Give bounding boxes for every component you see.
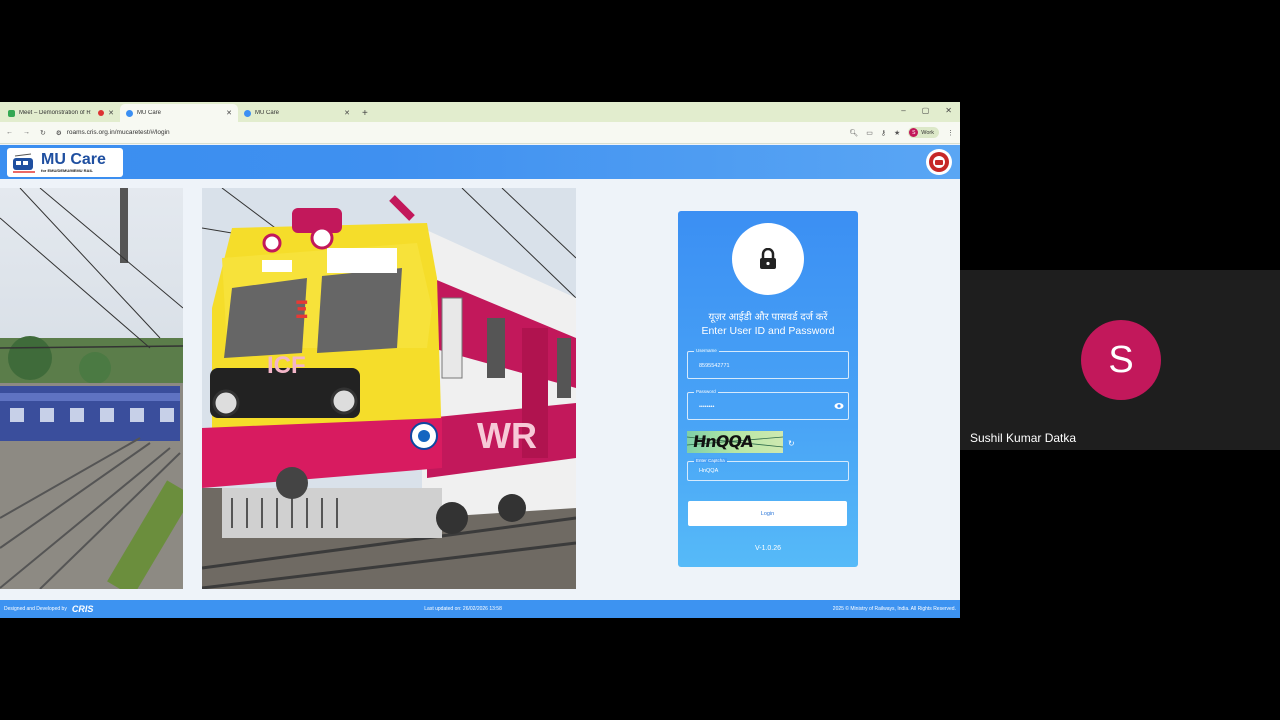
minimize-button[interactable]: – bbox=[901, 106, 905, 115]
tracks-illustration bbox=[0, 188, 183, 589]
tab-mu-care[interactable]: MU Care ✕ bbox=[238, 104, 356, 122]
globe-icon bbox=[126, 109, 133, 117]
cast-icon[interactable]: ▭ bbox=[866, 129, 873, 137]
railway-tracks-photo bbox=[0, 188, 183, 589]
logo-subtitle: for EMU/DEMU/MEMU RAIL bbox=[41, 168, 93, 173]
star-icon[interactable]: ★ bbox=[894, 129, 900, 137]
developer-credit: Designed and Developed by CRIS bbox=[4, 604, 93, 614]
site-footer: Designed and Developed by CRIS Last upda… bbox=[0, 600, 960, 618]
tab-title: MU Care bbox=[255, 110, 280, 116]
profile-chip[interactable]: S Work bbox=[908, 127, 939, 138]
reload-icon[interactable]: ↻ bbox=[40, 129, 46, 137]
username-field[interactable]: Username 8595542771 bbox=[687, 348, 849, 379]
profile-label: Work bbox=[921, 129, 934, 136]
tab-title: MU Care bbox=[137, 110, 162, 116]
side-text-wr: WR bbox=[477, 415, 537, 456]
captcha-field[interactable]: Enter Captcha HnQQA bbox=[687, 458, 849, 481]
password-label: Password bbox=[694, 389, 718, 394]
train-logo-icon bbox=[13, 153, 35, 173]
site-header: MU Care for EMU/DEMU/MEMU RAIL bbox=[0, 145, 960, 179]
railway-emblem-icon bbox=[929, 152, 949, 172]
window-controls: – ▢ ✕ bbox=[901, 106, 952, 115]
url-field[interactable]: ⚙ roams.cris.org.in/mucaretest/#/login bbox=[56, 129, 839, 137]
recording-icon bbox=[98, 110, 105, 116]
password-value: •••••••• bbox=[699, 404, 715, 410]
username-value: 8595542771 bbox=[699, 363, 730, 369]
back-icon[interactable]: ← bbox=[6, 129, 13, 136]
tab-mu-care-active[interactable]: MU Care ✕ bbox=[120, 104, 238, 122]
lock-icon bbox=[760, 248, 776, 269]
cris-logo[interactable]: CRIS bbox=[72, 604, 94, 614]
site-info-icon[interactable]: ⚙ bbox=[56, 129, 62, 137]
login-button[interactable]: Login bbox=[688, 501, 847, 526]
screen-share-stage: Meet – Demonstration of R ✕ MU Care ✕ MU… bbox=[0, 0, 1280, 720]
login-card: यूज़र आईडी और पासवर्ड दर्ज करें Enter Us… bbox=[678, 211, 858, 567]
address-bar: ← → ↻ ⚙ roams.cris.org.in/mucaretest/#/l… bbox=[0, 122, 960, 144]
restore-button[interactable]: ▢ bbox=[922, 106, 930, 115]
profile-avatar: S bbox=[909, 128, 919, 137]
refresh-captcha-icon[interactable]: ↻ bbox=[788, 439, 795, 448]
new-tab-button[interactable]: + bbox=[362, 108, 368, 119]
zoom-icon[interactable]: 🔍︎ bbox=[849, 129, 858, 137]
globe-icon bbox=[244, 109, 251, 117]
captcha-label: Enter Captcha bbox=[694, 458, 727, 463]
last-updated-text: Last updated on: 26/02/2026 13:58 bbox=[424, 606, 502, 612]
password-field[interactable]: Password •••••••• bbox=[687, 389, 849, 420]
mu-care-logo[interactable]: MU Care for EMU/DEMU/MEMU RAIL bbox=[7, 148, 123, 177]
captcha-value: HnQQA bbox=[699, 468, 719, 474]
indian-railways-emblem bbox=[926, 149, 952, 175]
url-text: roams.cris.org.in/mucaretest/#/login bbox=[66, 129, 170, 136]
participant-name: Sushil Kumar Datka bbox=[970, 431, 1077, 445]
copyright-text: 2025 © Ministry of Railways, India. All … bbox=[832, 606, 956, 612]
cab-text-icf: ICF bbox=[267, 352, 306, 379]
login-heading-english: Enter User ID and Password bbox=[701, 325, 835, 337]
captcha-image: HnQQA bbox=[687, 431, 783, 453]
close-icon[interactable]: ✕ bbox=[226, 109, 232, 117]
tab-strip: Meet – Demonstration of R ✕ MU Care ✕ MU… bbox=[0, 102, 960, 122]
mu-care-login-page: MU Care for EMU/DEMU/MEMU RAIL ICF WR Ξ … bbox=[0, 145, 960, 618]
tab-title: Meet – Demonstration of R bbox=[19, 110, 91, 116]
participant-tile[interactable]: S Sushil Kumar Datka bbox=[960, 270, 1280, 450]
shared-browser-window: Meet – Demonstration of R ✕ MU Care ✕ MU… bbox=[0, 102, 960, 618]
close-icon[interactable]: ✕ bbox=[108, 109, 114, 117]
menu-icon[interactable]: ⋮ bbox=[947, 129, 954, 137]
username-label: Username bbox=[694, 348, 719, 353]
close-icon[interactable]: ✕ bbox=[344, 109, 350, 117]
address-bar-actions: 🔍︎ ▭ ⚷ ★ S Work ⋮ bbox=[849, 127, 954, 138]
cab-symbol: Ξ bbox=[294, 296, 309, 324]
lock-badge bbox=[732, 223, 804, 295]
participant-avatar: S bbox=[1081, 320, 1161, 400]
forward-icon[interactable]: → bbox=[23, 129, 30, 136]
tab-meet[interactable]: Meet – Demonstration of R ✕ bbox=[2, 104, 120, 122]
close-window-button[interactable]: ✕ bbox=[945, 106, 952, 115]
key-icon[interactable]: ⚷ bbox=[881, 129, 886, 137]
app-version: V-1.0.26 bbox=[754, 545, 782, 552]
designed-by-text: Designed and Developed by bbox=[4, 606, 67, 612]
emu-train-illustration: ICF WR Ξ bbox=[202, 188, 576, 589]
emu-train-photo: ICF WR Ξ bbox=[202, 188, 576, 589]
meet-icon bbox=[8, 109, 15, 117]
login-heading-hindi: यूज़र आईडी और पासवर्ड दर्ज करें bbox=[708, 312, 828, 323]
logo-title: MU Care bbox=[41, 151, 106, 168]
captcha-text: HnQQA bbox=[691, 432, 754, 451]
eye-icon[interactable] bbox=[834, 402, 844, 410]
